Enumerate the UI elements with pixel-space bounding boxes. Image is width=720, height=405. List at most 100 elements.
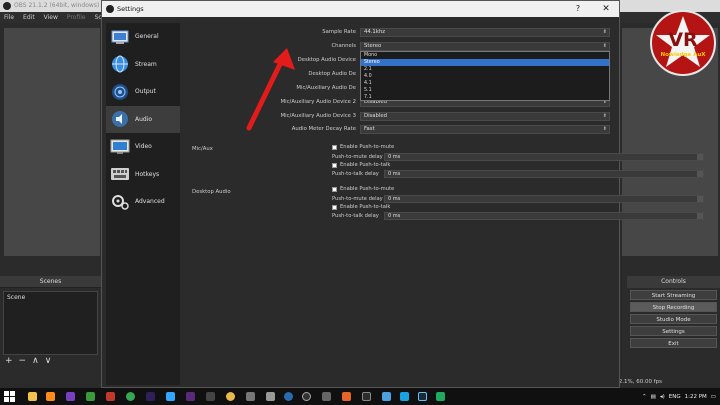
network-icon[interactable]: ▤: [651, 394, 656, 400]
exit-button[interactable]: Exit: [630, 338, 717, 348]
sample-rate-row: Sample Rate 44.1khz: [182, 28, 614, 37]
after-effects-icon[interactable]: [186, 392, 195, 401]
app-icon[interactable]: [400, 392, 409, 401]
channel-option-4-0[interactable]: 4.0: [361, 73, 609, 80]
settings-dialog: Settings ? ✕ General Stream Output Audio…: [101, 0, 704, 388]
sidebar-item-label: General: [135, 33, 159, 41]
start-streaming-button[interactable]: Start Streaming: [630, 290, 717, 300]
menu-edit[interactable]: Edit: [23, 12, 35, 23]
spin-arrows-icon[interactable]: [697, 154, 703, 160]
desktop-audio-device-label: Desktop Audio Device: [297, 57, 356, 63]
svg-text:Nowledge AuX: Nowledge AuX: [660, 52, 706, 58]
settings-sidebar: General Stream Output Audio Video Hotkey…: [106, 23, 180, 385]
channel-option-mono[interactable]: Mono: [361, 52, 609, 59]
mic-push-to-talk-checkbox[interactable]: [332, 162, 337, 168]
vlc-icon[interactable]: [46, 392, 55, 401]
close-button[interactable]: ✕: [599, 1, 613, 17]
app-icon[interactable]: [246, 392, 255, 401]
desktop-audio-device-2-label: Desktop Audio De: [308, 71, 356, 77]
app-icon[interactable]: [436, 392, 445, 401]
channel-option-5-1[interactable]: 5.1: [361, 87, 609, 94]
sidebar-item-video[interactable]: Video: [106, 133, 180, 161]
app-icon[interactable]: [206, 392, 215, 401]
sidebar-item-audio[interactable]: Audio: [106, 105, 180, 133]
mic-push-to-talk-label: Enable Push-to-talk: [340, 162, 391, 168]
clock[interactable]: 1:22 PM: [685, 394, 707, 400]
meter-decay-select[interactable]: Fast: [360, 125, 610, 134]
photoshop-icon[interactable]: [166, 392, 175, 401]
file-explorer-icon[interactable]: [28, 392, 37, 401]
mic-push-to-mute-checkbox-row[interactable]: Enable Push-to-mute: [332, 144, 394, 150]
mic-aux-device-3-select[interactable]: Disabled: [360, 112, 610, 121]
channel-option-4-1[interactable]: 4.1: [361, 80, 609, 87]
chrome-icon[interactable]: [126, 392, 135, 401]
steam-icon[interactable]: [418, 392, 427, 401]
sample-rate-label: Sample Rate: [322, 29, 356, 35]
app-icon[interactable]: [106, 392, 115, 401]
mic-push-to-talk-checkbox-row[interactable]: Enable Push-to-talk: [332, 162, 390, 168]
premiere-icon[interactable]: [146, 392, 155, 401]
channels-dropdown-list[interactable]: Mono Stereo 2.1 4.0 4.1 5.1 7.1: [360, 51, 610, 101]
studio-mode-button[interactable]: Studio Mode: [630, 314, 717, 324]
app-icon[interactable]: [382, 392, 391, 401]
controls-header: Controls: [627, 276, 720, 288]
scenes-list[interactable]: Scene: [3, 291, 98, 355]
svg-text:VR: VR: [668, 29, 698, 51]
channel-option-2-1[interactable]: 2.1: [361, 66, 609, 73]
obs-taskbar-icon[interactable]: [302, 392, 311, 401]
notification-icon[interactable]: ▭: [711, 394, 716, 400]
add-scene-button[interactable]: +: [5, 356, 13, 366]
controls-panel: Controls Start Streaming Stop Recording …: [627, 276, 720, 386]
app-icon[interactable]: [66, 392, 75, 401]
output-icon: [109, 82, 131, 102]
sidebar-item-output[interactable]: Output: [106, 78, 180, 106]
video-icon: [109, 137, 131, 157]
desktop-push-to-mute-checkbox-row[interactable]: Enable Push-to-mute: [332, 186, 394, 192]
mic-push-to-mute-checkbox[interactable]: [332, 144, 337, 150]
help-button[interactable]: ?: [571, 1, 585, 17]
spin-arrows-icon[interactable]: [697, 213, 703, 219]
settings-button[interactable]: Settings: [630, 326, 717, 336]
channels-select[interactable]: Stereo: [360, 42, 610, 51]
sidebar-item-general[interactable]: General: [106, 23, 180, 51]
menu-file[interactable]: File: [4, 12, 14, 23]
desktop-push-to-talk-checkbox[interactable]: [332, 204, 337, 210]
desktop-push-to-mute-checkbox[interactable]: [332, 186, 337, 192]
volume-icon[interactable]: ◂): [660, 394, 665, 400]
mic-push-to-mute-delay-input[interactable]: 0 ms: [384, 153, 704, 161]
app-icon[interactable]: [86, 392, 95, 401]
stop-recording-button[interactable]: Stop Recording: [630, 302, 717, 312]
app-icon[interactable]: [266, 392, 275, 401]
move-scene-up-button[interactable]: ∧: [32, 356, 39, 366]
spin-arrows-icon[interactable]: [697, 196, 703, 202]
remove-scene-button[interactable]: −: [19, 356, 27, 366]
channel-option-stereo[interactable]: Stereo: [361, 59, 609, 66]
sidebar-item-label: Advanced: [135, 198, 165, 206]
desktop-push-to-mute-delay-input[interactable]: 0 ms: [384, 195, 704, 203]
sidebar-item-advanced[interactable]: Advanced: [106, 188, 180, 216]
app-icon[interactable]: [226, 392, 235, 401]
mic-push-to-talk-delay-input[interactable]: 0 ms: [384, 170, 704, 178]
sidebar-item-stream[interactable]: Stream: [106, 51, 180, 79]
language-indicator[interactable]: ENG: [669, 394, 681, 400]
desktop-push-to-mute-label: Enable Push-to-mute: [340, 186, 395, 192]
windows-start-icon[interactable]: [4, 391, 15, 402]
chevron-up-icon[interactable]: ⌃: [642, 394, 647, 400]
app-icon[interactable]: [322, 392, 331, 401]
menu-view[interactable]: View: [44, 12, 58, 23]
mic-aux-group-label: Mic/Aux: [192, 146, 213, 152]
app-icon[interactable]: [342, 392, 351, 401]
app-icon[interactable]: [362, 392, 371, 401]
sidebar-item-hotkeys[interactable]: Hotkeys: [106, 161, 180, 189]
desktop-push-to-talk-delay-input[interactable]: 0 ms: [384, 212, 704, 220]
menu-profile[interactable]: Profile: [67, 12, 86, 23]
desktop-push-to-mute-delay-label: Push-to-mute delay: [332, 196, 383, 202]
desktop-push-to-talk-checkbox-row[interactable]: Enable Push-to-talk: [332, 204, 390, 210]
channel-option-7-1[interactable]: 7.1: [361, 94, 609, 101]
move-scene-down-button[interactable]: ∨: [45, 356, 52, 366]
sidebar-item-label: Hotkeys: [135, 170, 160, 178]
sample-rate-select[interactable]: 44.1khz: [360, 28, 610, 37]
spin-arrows-icon[interactable]: [697, 171, 703, 177]
app-icon[interactable]: [284, 392, 293, 401]
scene-list-item[interactable]: Scene: [4, 292, 97, 303]
